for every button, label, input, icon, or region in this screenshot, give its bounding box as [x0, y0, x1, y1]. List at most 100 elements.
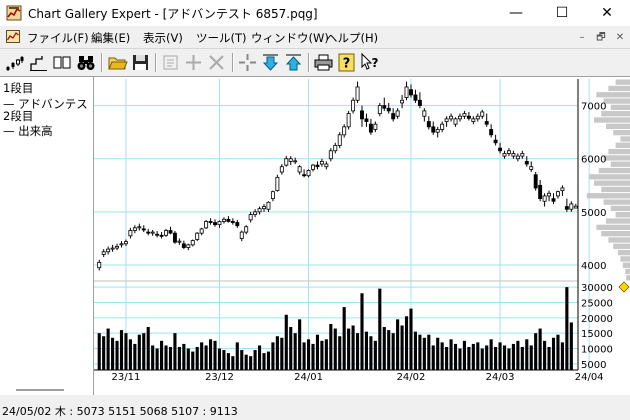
move-up-icon[interactable]: [283, 52, 304, 73]
volume-bar: [97, 333, 101, 370]
candle-body: [279, 166, 284, 173]
tier1-label[interactable]: 1段目: [3, 80, 91, 96]
volume-bar: [440, 342, 444, 370]
candle-body: [368, 123, 373, 133]
volume-bar: [556, 334, 560, 370]
candle-body: [569, 203, 574, 210]
candle-body: [319, 160, 324, 165]
volume-bar: [458, 348, 462, 370]
volume-bar: [404, 316, 409, 370]
volume-tick-label: 25000: [581, 298, 613, 309]
close-button[interactable]: ✕: [584, 0, 630, 26]
volume-profile-bar: [601, 231, 630, 237]
horizontal-scrollbar[interactable]: [16, 389, 64, 391]
print-icon[interactable]: [313, 52, 334, 73]
candle-chart-icon[interactable]: [4, 52, 25, 73]
mdi-restore-button[interactable]: 🗗: [594, 31, 608, 44]
open-folder-icon[interactable]: [107, 52, 128, 73]
help-icon[interactable]: ?: [336, 52, 357, 73]
volume-bar: [195, 346, 199, 370]
volume-bar: [378, 288, 382, 370]
menu-view[interactable]: 表示(V): [143, 30, 183, 46]
menu-edit[interactable]: 編集(E): [91, 30, 130, 46]
x-tick-label: 23/12: [205, 372, 234, 383]
x-tick-label: 23/11: [112, 372, 141, 383]
candle-body: [235, 222, 240, 227]
candle-body: [204, 221, 209, 229]
menu-window[interactable]: ウィンドウ(W): [251, 30, 329, 46]
maximize-button[interactable]: ☐: [539, 0, 585, 26]
chart-area: 4000 5000 6000 7000 5000 10000 15000 20000 25000…: [94, 77, 630, 395]
candle-body: [253, 211, 258, 215]
volume-bar: [387, 330, 391, 370]
candle-body: [230, 221, 235, 223]
candle-body: [373, 123, 378, 130]
volume-bar: [360, 293, 364, 370]
volume-bar: [324, 339, 328, 370]
volume-bar: [413, 331, 417, 370]
volume-profile-bar: [610, 104, 630, 111]
volume-bar: [462, 340, 466, 370]
volume-bar: [213, 340, 217, 370]
volume-bar: [467, 346, 471, 370]
add-icon[interactable]: [183, 52, 204, 73]
delete-icon[interactable]: [206, 52, 227, 73]
minimize-button[interactable]: —: [493, 0, 539, 26]
candle-body: [533, 174, 538, 189]
volume-bar: [160, 340, 164, 370]
candle-body: [458, 115, 462, 120]
candle-body: [507, 150, 511, 154]
menu-help[interactable]: ヘルプ(H): [326, 30, 378, 46]
volume-profile-bar: [598, 167, 630, 174]
save-icon[interactable]: [130, 52, 151, 73]
properties-icon[interactable]: [160, 52, 181, 73]
volume-bar: [168, 346, 173, 370]
candle-body: [404, 86, 409, 99]
move-down-icon[interactable]: [260, 52, 281, 73]
volume-bar: [396, 319, 400, 370]
volume-bar: [177, 346, 181, 370]
candle-body: [502, 153, 507, 157]
binoculars-icon[interactable]: [76, 52, 97, 73]
current-marker-icon: [618, 281, 630, 293]
volume-tick-label: 5000: [581, 360, 606, 371]
candle-body: [440, 123, 445, 130]
volume-bar: [111, 337, 115, 370]
price-tick-label: 7000: [581, 102, 606, 113]
volume-profile-bar: [622, 262, 630, 268]
mdi-minimize-button[interactable]: –: [575, 31, 589, 44]
context-help-icon[interactable]: ?: [359, 52, 380, 73]
menu-tools[interactable]: ツール(T): [196, 30, 247, 46]
crosshair-icon[interactable]: [237, 52, 258, 73]
candle-body: [386, 107, 391, 112]
volume-bar: [471, 343, 475, 370]
volume-bar: [275, 336, 279, 370]
candle-body: [311, 164, 315, 170]
mdi-close-button[interactable]: ✕: [613, 31, 627, 44]
candle-body: [293, 160, 298, 163]
tier2-label[interactable]: 2段目: [3, 108, 91, 124]
candle-body: [333, 145, 338, 152]
document-icon[interactable]: [6, 30, 20, 43]
volume-profile-bar: [606, 218, 630, 224]
volume-bar: [306, 339, 311, 370]
menu-file[interactable]: ファイル(F): [27, 30, 89, 46]
tier2-series-item[interactable]: — 出来高: [3, 123, 91, 139]
volume-bar: [262, 353, 266, 370]
candle-body: [315, 164, 320, 168]
volume-bar: [511, 343, 515, 370]
volume-bar: [137, 334, 141, 370]
volume-bar: [253, 350, 257, 370]
candle-body: [217, 221, 222, 226]
candle-body: [181, 243, 186, 248]
candle-body: [141, 228, 146, 231]
volume-bar: [351, 325, 355, 370]
status-text: 24/05/02 木 : 5073 5151 5068 5107 : 9113: [2, 405, 238, 418]
line-chart-icon[interactable]: [28, 52, 49, 73]
candle-body: [106, 248, 111, 253]
dual-chart-icon[interactable]: [52, 52, 73, 73]
close-icon: ✕: [601, 5, 613, 21]
volume-bar: [146, 327, 150, 370]
candle-body: [462, 113, 467, 117]
candle-body: [547, 192, 552, 197]
